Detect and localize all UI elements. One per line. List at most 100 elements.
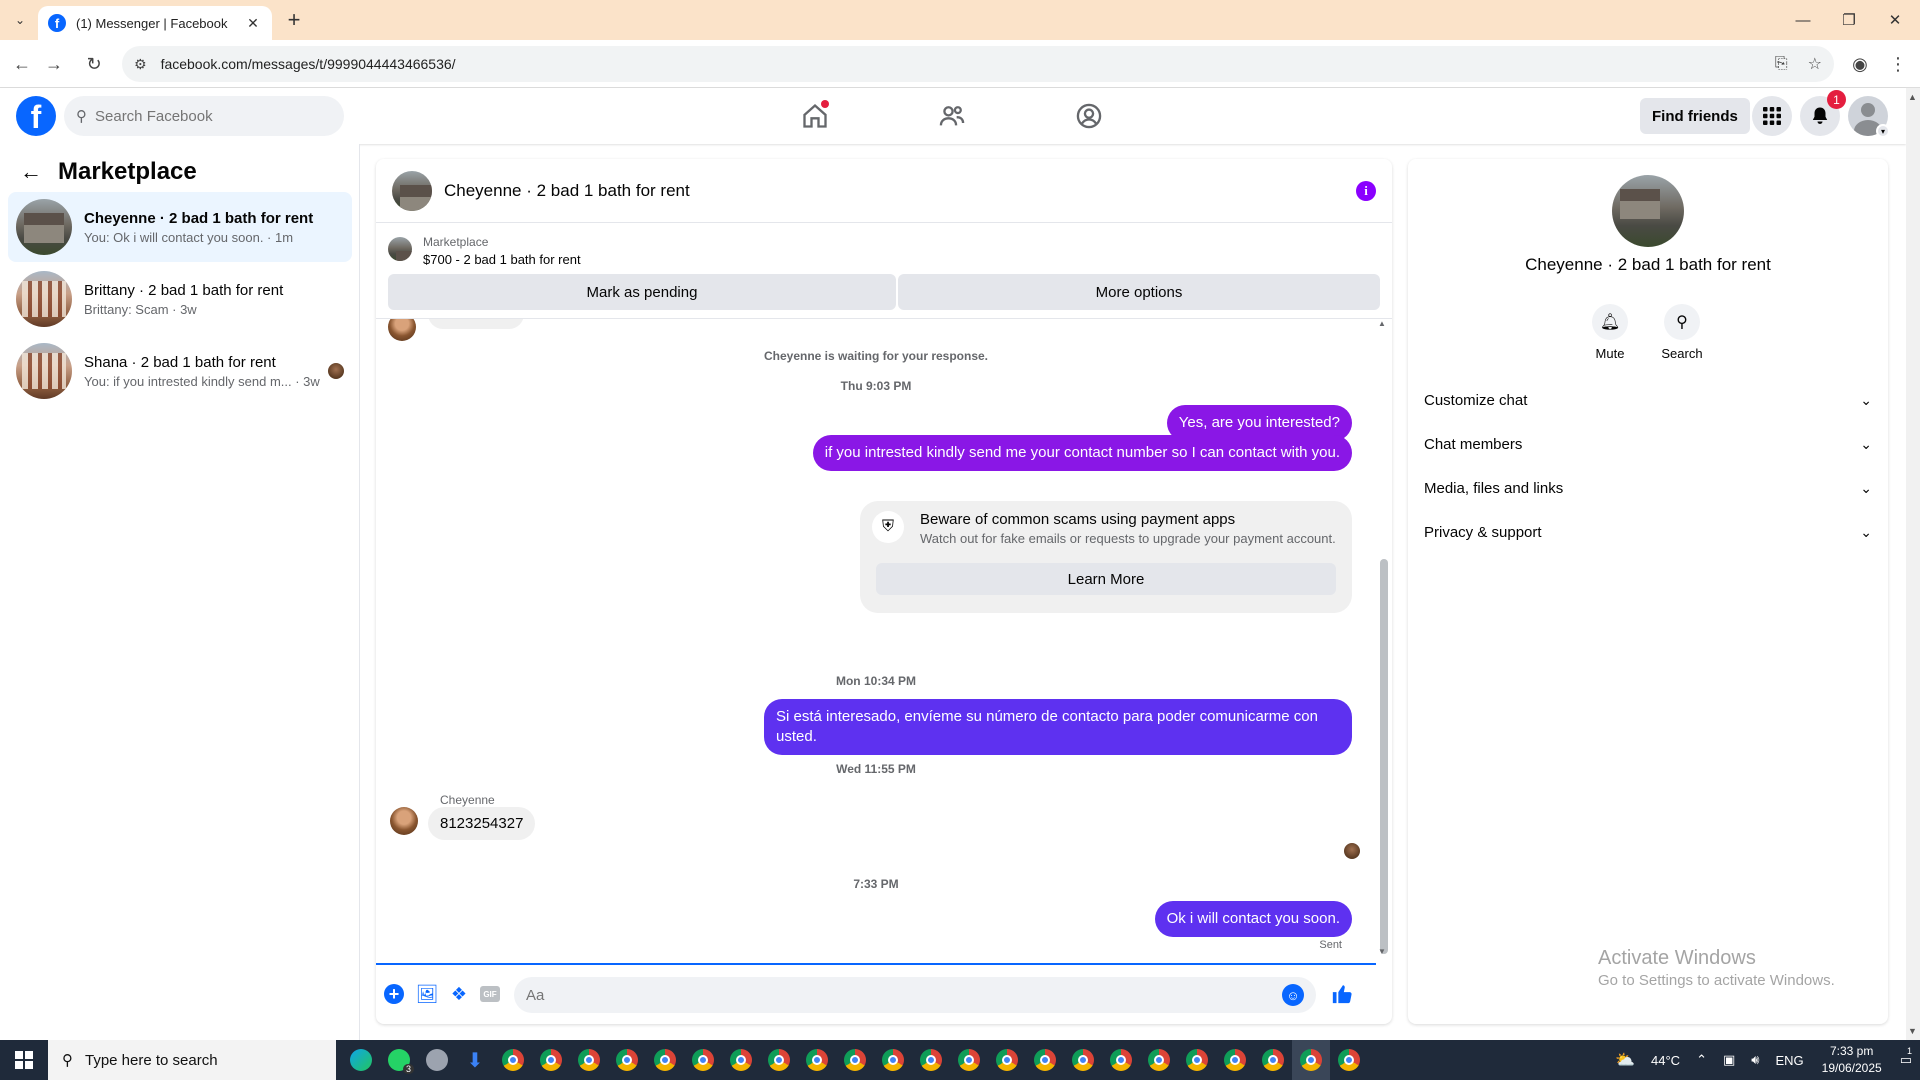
clock[interactable]: 7:33 pm 19/06/2025 bbox=[1822, 1043, 1882, 1077]
mute-button[interactable]: 🔔︎ Mute bbox=[1580, 304, 1640, 361]
incoming-message[interactable]: 8123254327 bbox=[428, 807, 536, 840]
reload-icon[interactable]: ↻ bbox=[82, 52, 106, 76]
edge-icon[interactable] bbox=[342, 1040, 380, 1080]
chrome-icon[interactable] bbox=[608, 1040, 646, 1080]
chrome-icon[interactable] bbox=[988, 1040, 1026, 1080]
chrome-icon[interactable] bbox=[836, 1040, 874, 1080]
scrollbar-thumb[interactable] bbox=[1380, 559, 1388, 954]
outgoing-message[interactable]: Si está interesado, envíeme su número de… bbox=[764, 699, 1352, 755]
profile-icon[interactable]: ◉ bbox=[1848, 52, 1872, 76]
more-options-button[interactable]: More options bbox=[898, 274, 1380, 310]
close-window-icon[interactable]: ✕ bbox=[1872, 0, 1918, 40]
emoji-icon[interactable]: ☺ bbox=[1282, 984, 1304, 1006]
whatsapp-icon[interactable]: 3 bbox=[380, 1040, 418, 1080]
volume-icon[interactable]: 🔊︎ bbox=[1751, 1052, 1759, 1068]
minimize-icon[interactable]: — bbox=[1780, 0, 1826, 40]
profile-nav-icon[interactable] bbox=[1069, 96, 1109, 136]
conversation-item-brittany[interactable]: Brittany · 2 bad 1 bath for rent Brittan… bbox=[8, 264, 352, 334]
bookmark-star-icon[interactable]: ☆ bbox=[1808, 54, 1822, 74]
chrome-icon[interactable] bbox=[1140, 1040, 1178, 1080]
scroll-down-arrow-icon[interactable]: ▼ bbox=[1908, 1026, 1917, 1036]
back-arrow-icon[interactable]: ← bbox=[10, 52, 34, 76]
chrome-icon[interactable] bbox=[760, 1040, 798, 1080]
chrome-icon[interactable] bbox=[684, 1040, 722, 1080]
new-tab-icon[interactable]: + bbox=[282, 7, 306, 32]
find-friends-button[interactable]: Find friends bbox=[1640, 98, 1750, 134]
facebook-search-box[interactable]: ⚲ bbox=[64, 96, 344, 136]
listing-price[interactable]: $700 - 2 bad 1 bath for rent bbox=[423, 252, 581, 267]
chrome-icon[interactable] bbox=[722, 1040, 760, 1080]
forward-arrow-icon[interactable]: → bbox=[42, 52, 66, 76]
browser-tab-messenger[interactable]: f (1) Messenger | Facebook ✕ bbox=[38, 6, 272, 40]
language-indicator[interactable]: ENG bbox=[1775, 1053, 1803, 1068]
conversation-info-icon[interactable]: i bbox=[1356, 180, 1376, 201]
account-chevron-down-icon[interactable]: ▾ bbox=[1876, 124, 1890, 138]
chrome-icon[interactable] bbox=[1178, 1040, 1216, 1080]
mark-as-pending-button[interactable]: Mark as pending bbox=[388, 274, 896, 310]
attach-photo-icon[interactable]: 🖼 bbox=[416, 983, 439, 1005]
chrome-icon[interactable] bbox=[1064, 1040, 1102, 1080]
more-actions-plus-icon[interactable]: + bbox=[384, 984, 404, 1004]
network-icon[interactable]: ▣ bbox=[1723, 1052, 1735, 1068]
weather-icon[interactable]: ⛅ bbox=[1615, 1050, 1635, 1070]
app-icon[interactable] bbox=[418, 1040, 456, 1080]
tab-search-chevron-icon[interactable]: ⌄ bbox=[8, 8, 32, 32]
chevron-up-icon[interactable]: ⌃ bbox=[1696, 1052, 1707, 1068]
chat-title[interactable]: Cheyenne · 2 bad 1 bath for rent bbox=[444, 181, 1356, 201]
outgoing-message[interactable]: if you intrested kindly send me your con… bbox=[812, 435, 1352, 471]
download-icon[interactable]: ⬇ bbox=[456, 1040, 494, 1080]
message-input[interactable] bbox=[526, 986, 1282, 1004]
site-info-icon[interactable]: ⚙ bbox=[134, 56, 147, 73]
chrome-icon[interactable] bbox=[1102, 1040, 1140, 1080]
thumbs-up-icon[interactable] bbox=[1329, 981, 1355, 1007]
restore-icon[interactable]: ❐ bbox=[1826, 0, 1872, 40]
windows-start-icon[interactable] bbox=[0, 1040, 48, 1080]
notifications-bell-icon[interactable]: 1 bbox=[1800, 90, 1846, 136]
url-text[interactable]: facebook.com/messages/t/9999044443466536… bbox=[161, 56, 1755, 72]
chrome-icon[interactable] bbox=[570, 1040, 608, 1080]
conversation-item-cheyenne[interactable]: Cheyenne · 2 bad 1 bath for rent You: Ok… bbox=[8, 192, 352, 262]
menu-grid-icon[interactable] bbox=[1752, 96, 1792, 136]
temperature[interactable]: 44°C bbox=[1651, 1053, 1680, 1068]
chrome-icon[interactable] bbox=[874, 1040, 912, 1080]
close-tab-icon[interactable]: ✕ bbox=[244, 15, 262, 32]
privacy-support-row[interactable]: Privacy & support ⌄ bbox=[1424, 514, 1872, 550]
facebook-search-input[interactable] bbox=[95, 107, 315, 125]
action-center-icon[interactable]: ▭ 1 bbox=[1900, 1046, 1912, 1068]
media-files-links-row[interactable]: Media, files and links ⌄ bbox=[1424, 470, 1872, 506]
search-in-conversation-button[interactable]: ⚲ Search bbox=[1652, 304, 1712, 361]
scroll-up-arrow-icon[interactable]: ▲ bbox=[1908, 92, 1917, 102]
chrome-icon[interactable] bbox=[950, 1040, 988, 1080]
chrome-icon[interactable] bbox=[912, 1040, 950, 1080]
chrome-icon[interactable] bbox=[646, 1040, 684, 1080]
scroll-up-arrow-icon[interactable]: ▲ bbox=[1378, 319, 1386, 328]
back-arrow-icon[interactable]: ← bbox=[20, 159, 42, 185]
address-bar[interactable]: ⚙ facebook.com/messages/t/99990444434665… bbox=[122, 46, 1834, 82]
outgoing-message[interactable]: Ok i will contact you soon. bbox=[1154, 901, 1352, 937]
chrome-icon[interactable] bbox=[532, 1040, 570, 1080]
gif-icon[interactable]: GIF bbox=[480, 986, 500, 1002]
facebook-logo[interactable]: f bbox=[16, 96, 56, 136]
menu-kebab-icon[interactable]: ⋮ bbox=[1886, 52, 1910, 76]
learn-more-button[interactable]: Learn More bbox=[876, 563, 1336, 595]
chrome-icon[interactable] bbox=[1026, 1040, 1064, 1080]
chrome-icon[interactable] bbox=[1292, 1040, 1330, 1080]
message-input-box[interactable]: ☺ bbox=[514, 977, 1316, 1013]
chat-members-row[interactable]: Chat members ⌄ bbox=[1424, 426, 1872, 462]
message-scrollbar[interactable]: ▲ ▼ bbox=[1377, 319, 1389, 959]
page-scrollbar[interactable]: ▲ ▼ bbox=[1906, 88, 1920, 1040]
taskbar-search-box[interactable]: ⚲ Type here to search bbox=[48, 1040, 336, 1080]
chrome-icon[interactable] bbox=[798, 1040, 836, 1080]
scroll-down-arrow-icon[interactable]: ▼ bbox=[1378, 947, 1386, 956]
friends-nav-icon[interactable] bbox=[932, 96, 972, 136]
chrome-icon[interactable] bbox=[494, 1040, 532, 1080]
chrome-icon[interactable] bbox=[1254, 1040, 1292, 1080]
conversation-item-shana[interactable]: Shana · 2 bad 1 bath for rent You: if yo… bbox=[8, 336, 352, 406]
customize-chat-row[interactable]: Customize chat ⌄ bbox=[1424, 382, 1872, 418]
chrome-icon[interactable] bbox=[1216, 1040, 1254, 1080]
chat-listing-thumbnail[interactable] bbox=[392, 170, 432, 211]
install-app-icon[interactable]: ⎘ bbox=[1775, 55, 1788, 73]
chrome-icon[interactable] bbox=[1330, 1040, 1368, 1080]
sticker-icon[interactable]: ❖ bbox=[448, 983, 470, 1005]
home-nav-icon[interactable] bbox=[795, 96, 835, 136]
